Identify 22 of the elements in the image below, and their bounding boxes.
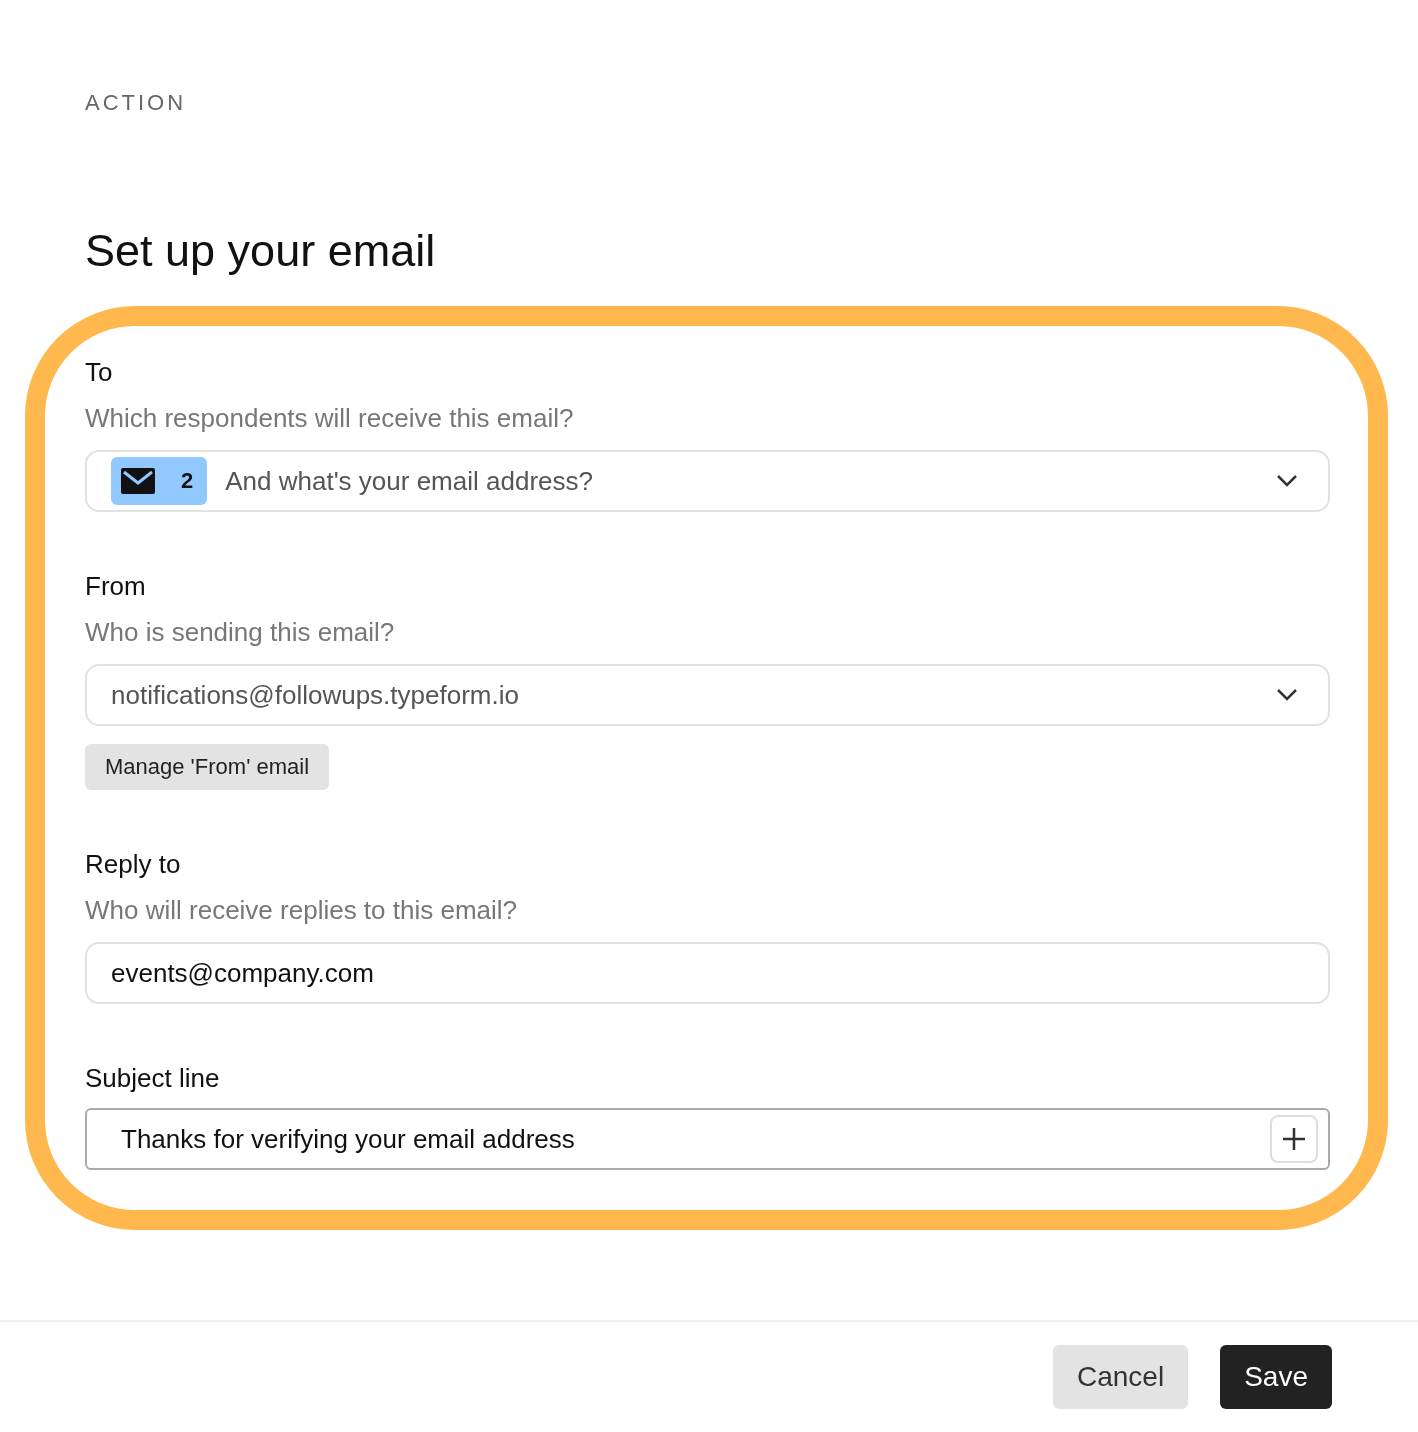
input-field[interactable]: events@company.com: [85, 942, 1330, 1004]
select-field[interactable]: 2 And what's your email address?: [85, 450, 1330, 512]
manage-button[interactable]: Manage 'From' email: [85, 744, 330, 790]
page-title: Set up your email: [85, 224, 437, 278]
chevron-down-icon: [1276, 474, 1298, 488]
question-badge: 2: [111, 457, 208, 505]
cancel-button[interactable]: Cancel: [1053, 1345, 1189, 1409]
field-hint: Who will receive replies to this email?: [85, 894, 519, 926]
save-button[interactable]: Save: [1220, 1345, 1332, 1409]
plus-icon: [1282, 1127, 1306, 1151]
field-hint: Who is sending this email?: [85, 616, 396, 648]
field-label: Reply to: [85, 848, 182, 880]
envelope-icon: [121, 468, 155, 494]
subject-field[interactable]: Thanks for verifying your email address: [85, 1108, 1330, 1170]
field-label: To: [85, 356, 114, 388]
select-field[interactable]: notifications@followups.typeform.io: [85, 664, 1330, 726]
add-button[interactable]: [1270, 1115, 1318, 1163]
field-label: Subject line: [85, 1062, 221, 1094]
field-label: From: [85, 570, 147, 602]
chevron-down-icon: [1276, 688, 1298, 702]
field-hint: Which respondents will receive this email?: [85, 402, 575, 434]
section-eyebrow: ACTION: [85, 90, 188, 116]
